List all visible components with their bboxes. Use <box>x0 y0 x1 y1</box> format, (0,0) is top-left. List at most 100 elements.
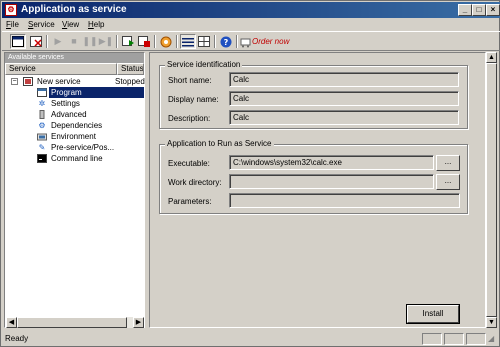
help-button[interactable]: ? <box>218 34 234 49</box>
restart-button[interactable]: ▶❚ <box>98 34 114 49</box>
service-row[interactable]: − New service Stopped <box>5 76 145 87</box>
scroll-right-icon[interactable]: ▶ <box>133 317 144 328</box>
pause-button[interactable]: ❚❚ <box>82 34 98 49</box>
list-view-button[interactable] <box>180 34 196 49</box>
delete-service-button[interactable] <box>28 34 44 49</box>
status-pane <box>444 333 464 345</box>
window-title: Application as service <box>21 4 127 15</box>
toolbar-separator <box>46 35 48 48</box>
toolbar-separator <box>154 35 156 48</box>
vertical-scrollbar[interactable]: ▲ ▼ <box>486 52 497 328</box>
tree-item-environment[interactable]: Environment <box>5 131 144 142</box>
toolbar: ▶ ■ ❚❚ ▶❚ ? Order now <box>2 31 500 51</box>
status-bar: Ready ◢ <box>2 331 500 347</box>
grid-view-button[interactable] <box>196 34 212 49</box>
browse-executable-button[interactable]: ... <box>436 155 460 171</box>
parameters-label: Parameters: <box>168 197 212 206</box>
toolbar-separator <box>116 35 118 48</box>
tree-item-pre-service[interactable]: ✎ Pre-service/Pos... <box>5 142 144 153</box>
menu-view[interactable]: View <box>62 19 79 30</box>
play-icon: ▶ <box>54 36 62 46</box>
stop-window-icon <box>137 36 150 47</box>
stop-window-button[interactable] <box>136 34 152 49</box>
status-pane <box>466 333 486 345</box>
executable-field[interactable]: C:\windows\system32\calc.exe <box>229 155 434 170</box>
list-view-icon <box>182 37 194 46</box>
resize-grip-icon[interactable]: ◢ <box>488 334 498 344</box>
new-service-button[interactable] <box>10 34 26 49</box>
scroll-thumb[interactable] <box>17 317 127 328</box>
scroll-up-icon[interactable]: ▲ <box>486 52 497 63</box>
close-button[interactable]: × <box>486 4 500 16</box>
refresh-button[interactable] <box>158 34 174 49</box>
scroll-left-icon[interactable]: ◀ <box>6 317 17 328</box>
display-name-label: Display name: <box>168 95 219 104</box>
collapse-icon[interactable]: − <box>11 78 18 85</box>
environment-icon <box>37 132 47 141</box>
command-line-icon <box>37 154 47 163</box>
settings-icon: ✲ <box>38 99 46 108</box>
maximize-button[interactable]: □ <box>472 4 486 16</box>
title-bar[interactable]: ⚙ Application as service _ □ × <box>2 2 500 18</box>
window-icon <box>12 36 24 47</box>
menu-service[interactable]: Service <box>28 19 55 30</box>
program-icon <box>37 88 47 97</box>
toolbar-separator <box>214 35 216 48</box>
tree-item-command-line[interactable]: Command line <box>5 153 144 164</box>
group-title: Service identification <box>165 60 243 70</box>
application-to-run-group: Application to Run as Service Executable… <box>159 139 468 214</box>
description-field[interactable]: Calc <box>229 110 459 125</box>
tree-item-program[interactable]: Program <box>5 87 144 98</box>
tree-item-label: Pre-service/Pos... <box>51 143 115 152</box>
short-name-field[interactable]: Calc <box>229 72 459 87</box>
executable-label: Executable: <box>168 159 210 168</box>
service-status: Stopped <box>115 77 145 86</box>
service-icon <box>23 77 33 86</box>
tree-item-advanced[interactable]: Advanced <box>5 109 144 120</box>
tree-item-settings[interactable]: ✲ Settings <box>5 98 144 109</box>
work-directory-field[interactable] <box>229 174 434 189</box>
app-window: ⚙ Application as service _ □ × File Serv… <box>0 0 500 347</box>
order-now-link[interactable]: Order now <box>252 37 289 47</box>
toolbar-separator <box>176 35 178 48</box>
status-pane <box>422 333 442 345</box>
display-name-field[interactable]: Calc <box>229 91 459 106</box>
menu-bar: File Service View Help <box>2 18 500 31</box>
help-icon: ? <box>220 36 232 47</box>
pause-icon: ❚❚ <box>82 36 98 46</box>
cart-icon <box>240 38 251 47</box>
tree-item-dependencies[interactable]: ⚙ Dependencies <box>5 120 144 131</box>
tree-item-label: Advanced <box>51 110 87 119</box>
panel-caption: Available services <box>5 53 144 63</box>
menu-file[interactable]: File <box>6 19 19 30</box>
horizontal-scrollbar[interactable]: ◀ ▶ <box>6 317 144 328</box>
tree-item-label: Environment <box>51 132 96 141</box>
tree-item-label: Program <box>49 87 144 98</box>
parameters-field[interactable] <box>229 193 460 208</box>
run-window-icon <box>121 36 134 46</box>
properties-panel: Service identification Short name: Calc … <box>149 52 486 328</box>
services-panel: Available services Service Status − New … <box>4 52 145 328</box>
advanced-icon <box>37 110 47 119</box>
start-button[interactable]: ▶ <box>50 34 66 49</box>
tree-item-label: Dependencies <box>51 121 103 130</box>
minimize-button[interactable]: _ <box>458 4 472 16</box>
browse-workdir-button[interactable]: ... <box>436 174 460 190</box>
delete-window-icon <box>30 36 42 47</box>
column-header-status[interactable]: Status <box>117 63 144 75</box>
column-header-service[interactable]: Service <box>5 63 117 75</box>
service-identification-group: Service identification Short name: Calc … <box>159 60 468 129</box>
menu-help[interactable]: Help <box>88 19 104 30</box>
service-name: New service <box>37 77 81 86</box>
tree-item-label: Command line <box>51 154 103 163</box>
dependencies-icon: ⚙ <box>38 121 46 130</box>
refresh-icon <box>160 36 172 47</box>
description-label: Description: <box>168 114 211 123</box>
pre-service-icon: ✎ <box>38 143 46 152</box>
stop-button[interactable]: ■ <box>66 34 82 49</box>
work-directory-label: Work directory: <box>168 178 222 187</box>
scroll-down-icon[interactable]: ▼ <box>486 317 497 328</box>
install-button[interactable]: Install <box>407 305 459 323</box>
scroll-thumb[interactable] <box>486 63 497 317</box>
run-window-button[interactable] <box>120 34 136 49</box>
